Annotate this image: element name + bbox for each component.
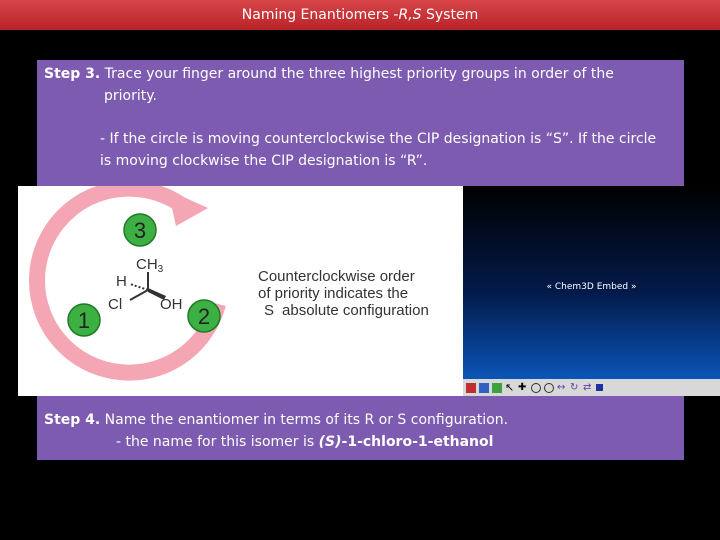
priority-1-number: 1 bbox=[78, 308, 90, 333]
toolbar-select-arrow-icon[interactable]: ↖ bbox=[505, 382, 515, 393]
slide-title: Naming Enantiomers -R,S System bbox=[0, 0, 720, 30]
cip-diagram-svg: 3 2 1 CH3 H Cl OH Counterclockwise order… bbox=[29, 180, 429, 381]
caption-line3: Sabsolute configuration bbox=[264, 302, 429, 319]
step3-line2: priority. bbox=[104, 88, 157, 104]
toolbar-zoom-icon[interactable] bbox=[544, 382, 554, 393]
step4-config: (S) bbox=[318, 434, 342, 450]
bond-h bbox=[129, 283, 149, 291]
label-cl: Cl bbox=[108, 296, 122, 313]
label-oh: OH bbox=[160, 296, 183, 313]
priority-3-number: 3 bbox=[134, 218, 146, 243]
title-rs: R,S bbox=[398, 7, 422, 23]
caption-line2: of priority indicates the bbox=[258, 285, 408, 302]
caption-line1: Counterclockwise order bbox=[258, 268, 415, 285]
step4-line2: - the name for this isomer is (S)-1-chlo… bbox=[116, 431, 493, 453]
step4-label: Step 4. bbox=[44, 412, 101, 428]
cip-diagram: 3 2 1 CH3 H Cl OH Counterclockwise order… bbox=[18, 180, 463, 396]
toolbar-translate-icon[interactable]: ✚ bbox=[518, 382, 528, 393]
priority-2-number: 2 bbox=[198, 304, 210, 329]
toolbar-stop-icon[interactable] bbox=[596, 384, 603, 391]
step3-label: Step 3. bbox=[44, 66, 101, 82]
toolbar-move-icon[interactable]: ↔ bbox=[557, 382, 567, 393]
step4-text1: Name the enantiomer in terms of its R or… bbox=[100, 412, 509, 428]
title-suffix: System bbox=[421, 7, 479, 23]
arrow-head-icon bbox=[168, 190, 208, 226]
step3-text1: Trace your finger around the three highe… bbox=[100, 66, 614, 82]
step3-bullet-line2: is moving clockwise the CIP designation … bbox=[100, 153, 428, 169]
toolbar-display-icon[interactable] bbox=[479, 382, 489, 393]
chem3d-embed-label: « Chem3D Embed » bbox=[546, 282, 637, 292]
toolbar-color-icon[interactable] bbox=[492, 382, 502, 393]
toolbar-model-icon[interactable] bbox=[466, 382, 476, 393]
chem3d-embed[interactable]: « Chem3D Embed » bbox=[463, 186, 720, 379]
step3-panel: Step 3. Trace your finger around the thr… bbox=[37, 60, 684, 186]
step4-panel: Step 4. Name the enantiomer in terms of … bbox=[37, 396, 684, 460]
step4-line1: Step 4. Name the enantiomer in terms of … bbox=[44, 409, 508, 431]
chem3d-toolbar: ↖ ✚ ↔ ↻ ⇄ bbox=[463, 379, 720, 396]
step3-line1: Step 3. Trace your finger around the thr… bbox=[44, 63, 614, 85]
toolbar-rotate-icon[interactable] bbox=[531, 382, 541, 393]
title-prefix: Naming Enantiomers - bbox=[241, 7, 399, 23]
label-h: H bbox=[116, 273, 127, 290]
step3-bullet-line1: - If the circle is moving counterclockwi… bbox=[100, 131, 657, 147]
toolbar-spin-icon[interactable]: ↻ bbox=[570, 382, 580, 393]
bond-cl bbox=[129, 289, 149, 301]
step4-compound-name: -1-chloro-1-ethanol bbox=[341, 434, 494, 450]
toolbar-flip-icon[interactable]: ⇄ bbox=[583, 382, 593, 393]
label-ch3: CH3 bbox=[136, 256, 164, 275]
step4-text2: - the name for this isomer is bbox=[116, 434, 319, 450]
